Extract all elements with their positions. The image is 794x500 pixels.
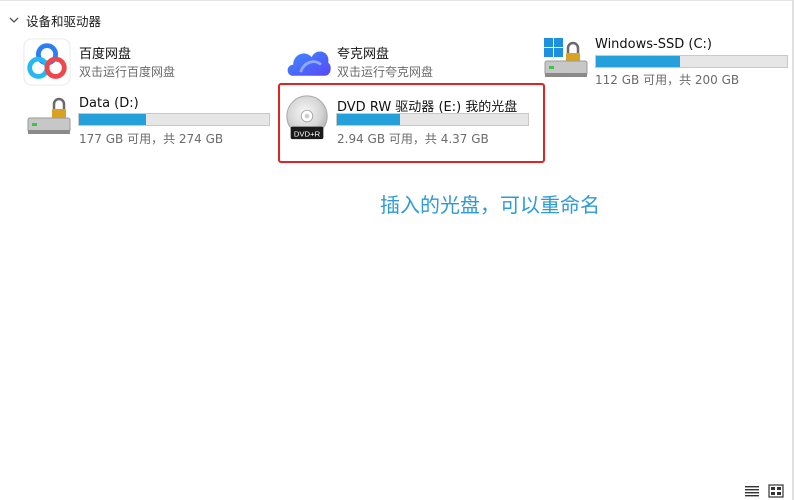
item-name: Windows-SSD (C:): [595, 37, 712, 52]
view-toggle-group: [744, 484, 784, 498]
highlight-box: [278, 83, 545, 163]
windows-drive-icon: [544, 38, 588, 77]
hard-drive-icon: [27, 97, 71, 134]
annotation-text: 插入的光盘，可以重命名: [380, 193, 600, 217]
top-border: [0, 0, 794, 1]
item-name: 百度网盘: [79, 47, 132, 62]
item-quark-netdisk[interactable]: 夸克网盘 双击运行夸克网盘: [282, 37, 532, 85]
quark-netdisk-icon: [287, 51, 331, 76]
baidu-netdisk-icon: [23, 38, 71, 86]
item-baidu-netdisk[interactable]: 百度网盘 双击运行百度网盘: [22, 37, 272, 86]
section-header-devices-drives[interactable]: 设备和驱动器: [8, 10, 101, 30]
storage-usage-fill: [596, 56, 681, 67]
item-name: 夸克网盘: [337, 47, 390, 62]
chevron-down-icon: [9, 17, 19, 23]
item-drive-d[interactable]: Data (D:) 177 GB 可用，共 274 GB: [22, 93, 272, 147]
item-subtitle: 双击运行百度网盘: [79, 65, 176, 79]
item-drive-c[interactable]: Windows-SSD (C:) 112 GB 可用，共 200 GB: [541, 35, 791, 87]
storage-space-text: 112 GB 可用，共 200 GB: [595, 73, 740, 87]
storage-usage-fill: [79, 114, 146, 125]
storage-usage-bar: [595, 55, 788, 68]
details-view-icon[interactable]: [744, 484, 760, 498]
tiles-view-icon[interactable]: [768, 484, 784, 498]
storage-space-text: 177 GB 可用，共 274 GB: [79, 132, 224, 146]
item-subtitle: 双击运行夸克网盘: [337, 65, 434, 79]
section-title: 设备和驱动器: [26, 13, 102, 29]
storage-usage-bar: [78, 113, 270, 126]
item-name: Data (D:): [79, 96, 139, 111]
